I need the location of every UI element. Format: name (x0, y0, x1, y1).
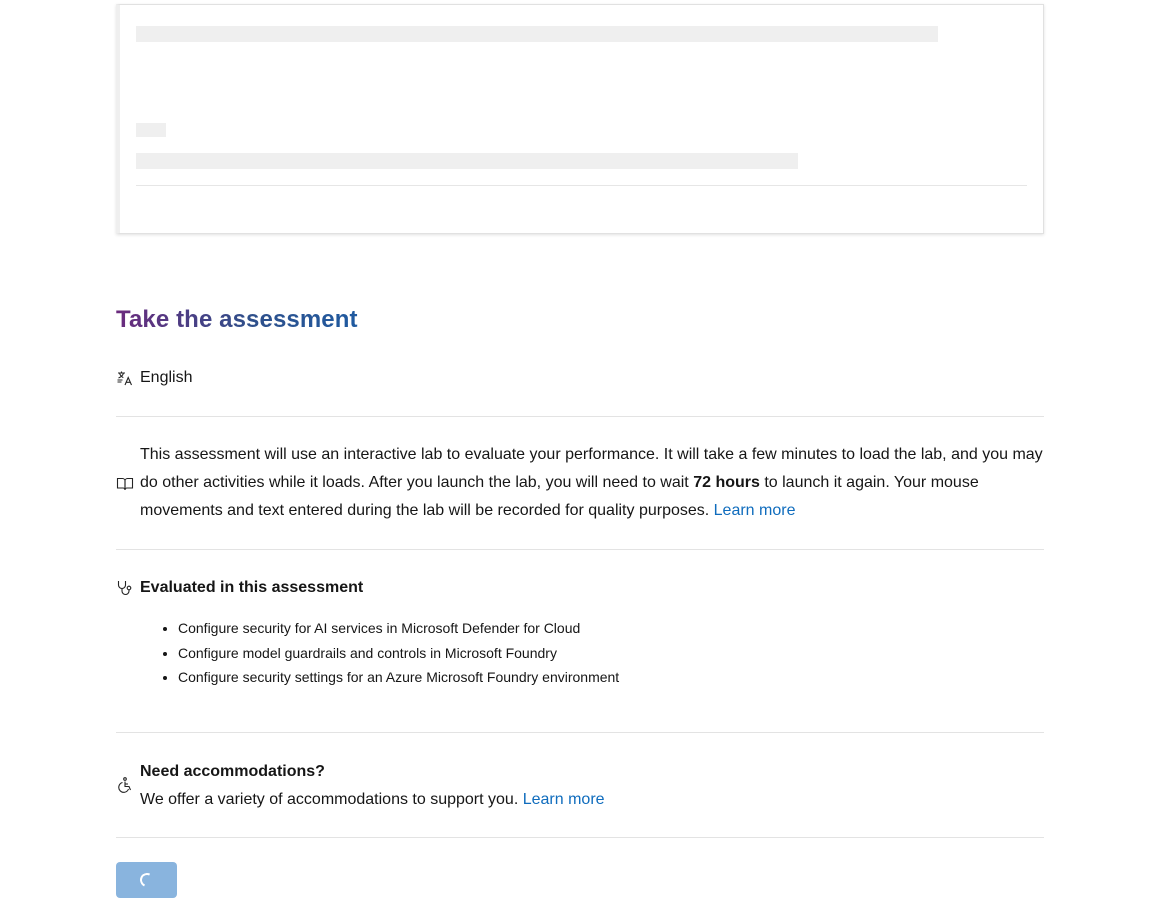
language-row: English (116, 366, 192, 390)
section-divider (116, 416, 1044, 417)
assessment-description: This assessment will use an interactive … (140, 441, 1044, 525)
description-learn-more-link[interactable]: Learn more (714, 502, 796, 519)
evaluated-section: Evaluated in this assessment Configure s… (116, 576, 1044, 690)
section-divider (116, 549, 1044, 550)
assessment-title: Take the assessment (116, 306, 358, 333)
evaluated-heading-row: Evaluated in this assessment (116, 576, 1044, 600)
evaluated-heading: Evaluated in this assessment (140, 579, 364, 596)
description-row: This assessment will use an interactive … (116, 441, 1044, 525)
stethoscope-icon (116, 579, 134, 597)
skeleton-divider (136, 185, 1027, 186)
spinner-icon (137, 871, 156, 889)
translate-icon (116, 369, 134, 387)
skeleton-text-line (136, 153, 798, 169)
accommodations-learn-more-link[interactable]: Learn more (523, 791, 605, 808)
skill-item: Configure security settings for an Azure… (178, 665, 1044, 690)
skills-list: Configure security for AI services in Mi… (116, 616, 1044, 690)
book-icon (116, 475, 134, 493)
section-divider (116, 837, 1044, 838)
loading-skeleton-card (116, 4, 1044, 234)
accommodations-heading: Need accommodations? (140, 763, 325, 780)
skill-item: Configure security for AI services in Mi… (178, 616, 1044, 641)
skeleton-title-line (136, 26, 938, 42)
language-label: English (140, 369, 193, 386)
page: Take the assessment English This assessm… (0, 0, 1160, 900)
section-divider (116, 732, 1044, 733)
accessibility-icon (116, 776, 134, 794)
wait-time: 72 hours (693, 474, 760, 491)
accommodations-text: We offer a variety of accommodations to … (140, 786, 1044, 814)
launch-lab-button[interactable] (116, 862, 177, 898)
accommodations-section: Need accommodations? We offer a variety … (116, 758, 1044, 814)
skeleton-short-line (136, 123, 166, 137)
accommodations-body: We offer a variety of accommodations to … (140, 791, 523, 808)
skill-item: Configure model guardrails and controls … (178, 641, 1044, 666)
